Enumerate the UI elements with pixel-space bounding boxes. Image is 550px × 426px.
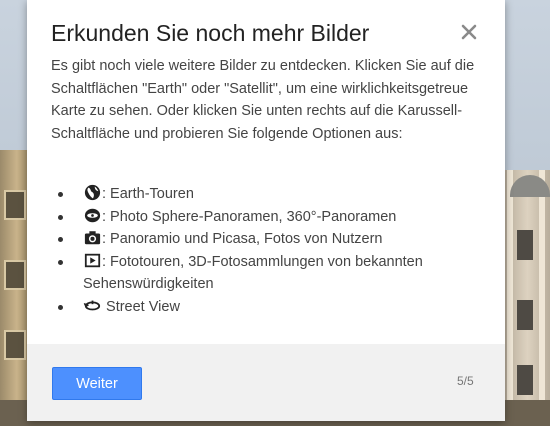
- dialog-footer: Weiter 5/5: [27, 344, 505, 421]
- bullet: [58, 192, 63, 197]
- list-item: : Fototouren, 3D-Fotosammlungen von beka…: [51, 251, 491, 296]
- list-item: : Photo Sphere-Panoramen, 360°-Panoramen: [51, 206, 491, 229]
- page-counter: 5/5: [457, 374, 474, 388]
- building-column: [507, 170, 513, 426]
- building-window: [4, 190, 26, 220]
- feature-label: Street View: [102, 298, 180, 315]
- bullet: [58, 304, 63, 310]
- bullet: [58, 259, 63, 265]
- photo-tour-icon: [84, 253, 101, 267]
- list-item: : Earth-Touren: [51, 183, 491, 206]
- feature-label: : Earth-Touren: [102, 186, 194, 202]
- building-right: [505, 170, 550, 426]
- dialog-content: Erkunden Sie noch mehr Bilder Es gibt no…: [27, 0, 505, 344]
- list-item: Street View: [51, 296, 491, 319]
- building-window: [517, 230, 533, 260]
- street-view-icon: [83, 300, 101, 310]
- dialog-intro-text: Es gibt noch viele weitere Bilder zu ent…: [51, 58, 475, 142]
- bullet: [58, 214, 63, 220]
- weiter-button[interactable]: Weiter: [52, 367, 142, 400]
- feature-label: : Fototouren, 3D-Fotosammlungen von beka…: [102, 253, 423, 270]
- building-column: [539, 170, 545, 426]
- bullet: [58, 237, 63, 242]
- globe-icon: [84, 184, 101, 201]
- camera-icon: [84, 231, 101, 245]
- feature-label: : Photo Sphere-Panoramen, 360°-Panoramen: [102, 208, 397, 225]
- dialog-title: Erkunden Sie noch mehr Bilder: [51, 20, 370, 46]
- list-item: : Panoramio und Picasa, Fotos von Nutzer…: [51, 228, 491, 251]
- building-window: [517, 300, 533, 330]
- feature-label: : Panoramio und Picasa, Fotos von Nutzer…: [102, 231, 383, 247]
- explore-more-images-dialog: Erkunden Sie noch mehr Bilder Es gibt no…: [27, 0, 505, 421]
- feature-list: : Earth-Touren : Photo Sphere-Panoramen,…: [51, 183, 491, 318]
- close-icon[interactable]: [459, 22, 479, 42]
- photo-sphere-icon: [84, 208, 101, 222]
- building-window: [517, 365, 533, 395]
- feature-label-continued: Sehenswürdigkeiten: [83, 276, 214, 292]
- building-window: [4, 330, 26, 360]
